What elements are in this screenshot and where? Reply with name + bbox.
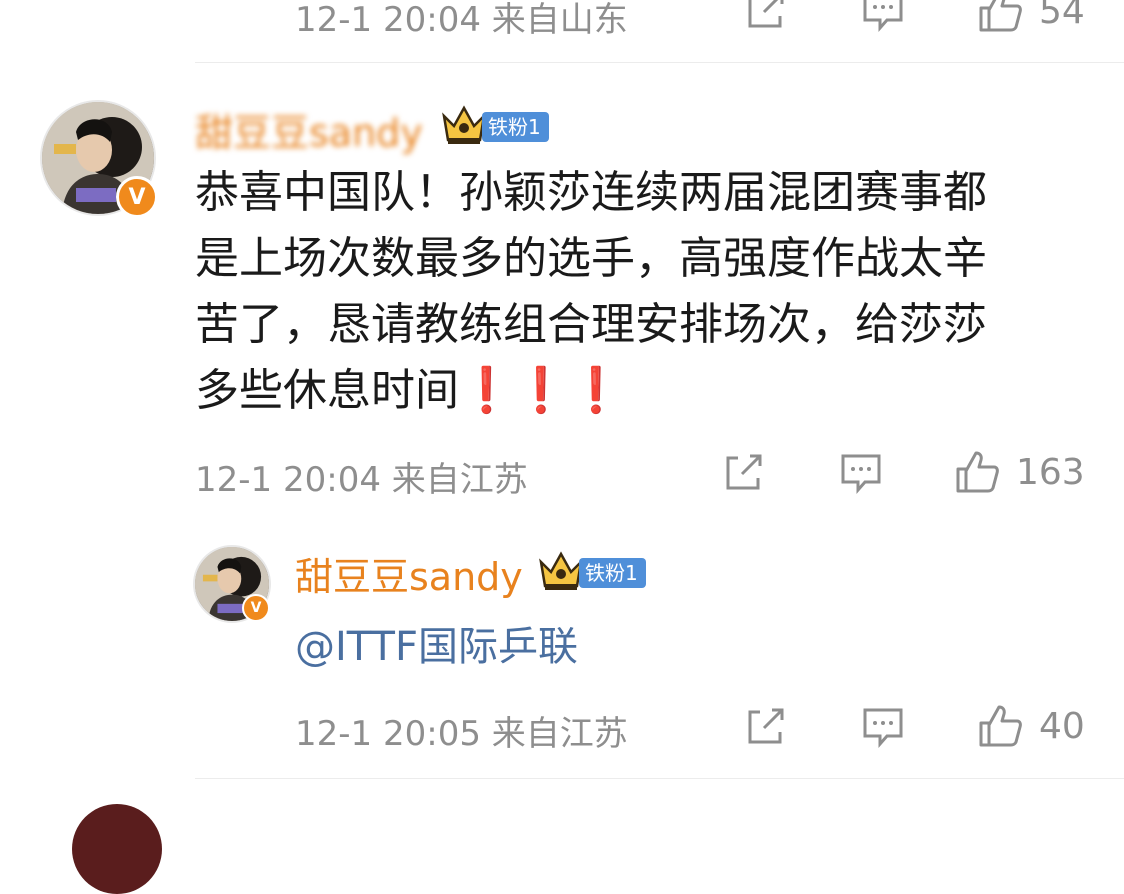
like-count: 40	[1039, 705, 1085, 747]
like-count: 163	[1016, 451, 1085, 493]
thumbs-up-icon	[975, 0, 1025, 36]
like-count: 54	[1039, 0, 1085, 32]
comment-line: 苦了，恳请教练组合理安排场次，给莎莎	[195, 299, 987, 350]
divider	[195, 62, 1124, 63]
mention-link[interactable]: @ITTF国际乒联	[295, 614, 578, 672]
comment-line: 恭喜中国队！孙颖莎连续两届混团赛事都	[195, 167, 987, 218]
fan-level-label: 铁粉1	[579, 558, 646, 588]
comment-icon[interactable]	[838, 450, 884, 496]
top-like-button[interactable]: 54	[975, 0, 1085, 36]
fan-badge[interactable]: 铁粉1	[537, 550, 646, 596]
reply-username[interactable]: 甜豆豆sandy	[295, 546, 523, 601]
verified-badge: V	[242, 594, 270, 622]
reply-like-button[interactable]: 40	[975, 701, 1085, 751]
crown-icon	[440, 104, 488, 150]
comment-line-text: 多些休息时间	[195, 365, 459, 416]
reply-meta: 12-1 20:05 来自江苏	[295, 714, 628, 754]
comment-line: 多些休息时间❗❗❗	[195, 358, 1095, 424]
thumbs-up-icon	[975, 701, 1025, 751]
share-icon[interactable]	[742, 0, 788, 34]
comment-icon[interactable]	[860, 0, 906, 34]
like-button[interactable]: 163	[952, 447, 1085, 497]
thumbs-up-icon	[952, 447, 1002, 497]
comment-text: 恭喜中国队！孙颖莎连续两届混团赛事都 是上场次数最多的选手，高强度作战太辛 苦了…	[195, 160, 1095, 424]
comment-meta: 12-1 20:04 来自江苏	[195, 460, 528, 500]
verified-badge: V	[116, 176, 158, 218]
comment-icon[interactable]	[860, 704, 906, 750]
fan-badge[interactable]: 铁粉1	[440, 104, 549, 150]
crown-icon	[537, 550, 585, 596]
share-icon[interactable]	[720, 450, 766, 496]
comment-username[interactable]: 甜豆豆sandy	[195, 102, 423, 157]
divider	[195, 778, 1124, 779]
top-comment-meta: 12-1 20:04 来自山东	[295, 0, 628, 40]
share-icon[interactable]	[742, 704, 788, 750]
exclamation-emoji: ❗❗❗	[459, 365, 624, 416]
fan-level-label: 铁粉1	[482, 112, 549, 142]
comment-line: 是上场次数最多的选手，高强度作战太辛	[195, 233, 987, 284]
next-avatar[interactable]	[72, 804, 162, 894]
